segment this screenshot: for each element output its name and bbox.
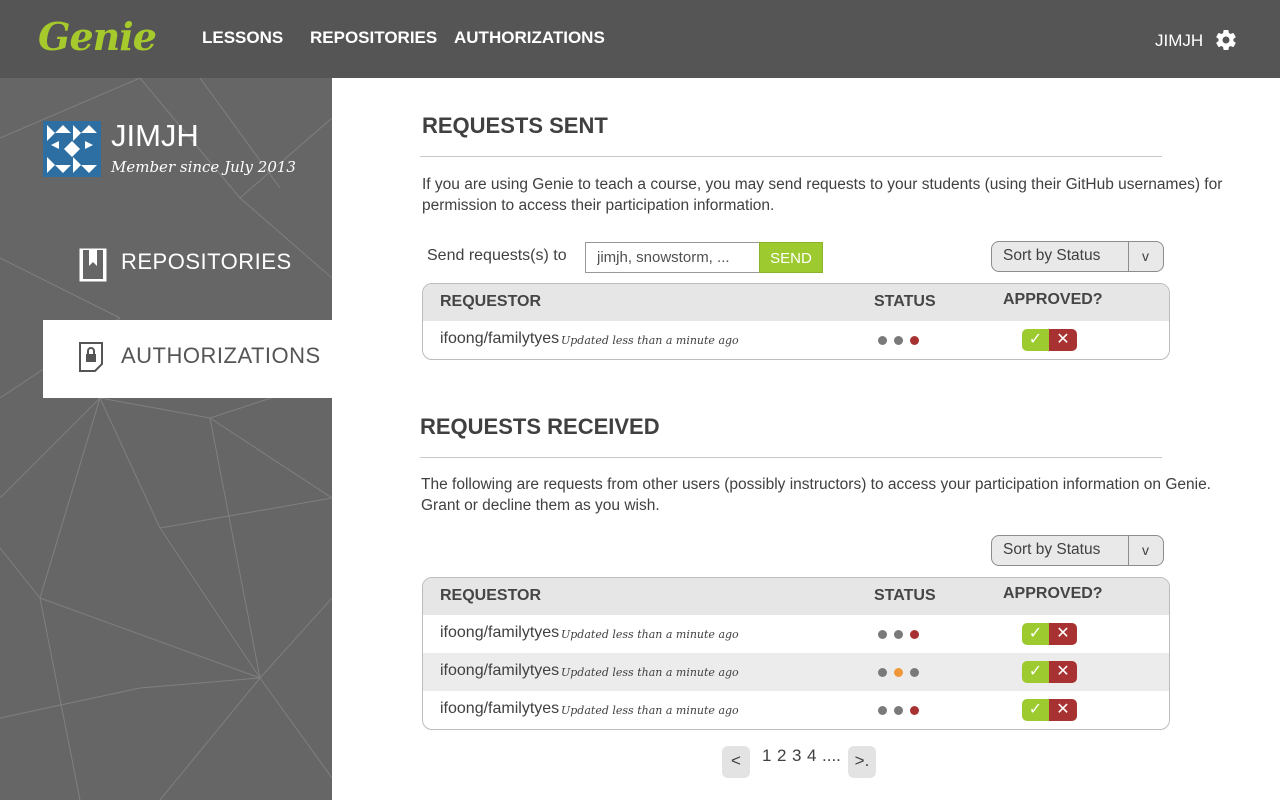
user-menu-name[interactable]: JIMJH [1155, 31, 1203, 51]
description-line: If you are using Genie to teach a course… [422, 176, 1223, 193]
sidebar-item-label: REPOSITORIES [121, 249, 292, 274]
approval-toggle: ✓ ✕ [1022, 699, 1077, 721]
genie-logo[interactable]: Genie [38, 14, 157, 59]
pagination-ellipsis: .... [822, 746, 841, 765]
status-dot [910, 336, 919, 345]
decline-x-icon[interactable]: ✕ [1049, 661, 1077, 683]
sidebar-item-authorizations[interactable]: AUTHORIZATIONS [43, 320, 332, 398]
approval-toggle: ✓ ✕ [1022, 661, 1077, 683]
sidebar-background-pattern [0, 78, 332, 800]
status-dot [878, 706, 887, 715]
table-row: ifoong/familytyes Updated less than a min… [423, 321, 1169, 359]
status-dot [910, 706, 919, 715]
requests-sent-title: REQUESTS SENT [422, 113, 608, 138]
requestor-name[interactable]: ifoong/familytyes [440, 662, 559, 680]
sidebar: JIMJH Member since July 2013 REPOSITORIE… [0, 78, 332, 800]
updated-timestamp: Updated less than a minute ago [561, 628, 739, 641]
status-dot [894, 336, 903, 345]
status-dot [910, 630, 919, 639]
table-row: ifoong/familytyes Updated less than a min… [423, 615, 1169, 653]
received-sort-dropdown[interactable]: Sort by Status v [991, 535, 1164, 566]
status-dot [878, 668, 887, 677]
table-row: ifoong/familytyes Updated less than a min… [423, 691, 1169, 729]
status-indicator [878, 336, 926, 346]
decline-x-icon[interactable]: ✕ [1049, 699, 1077, 721]
send-requests-label: Send requests(s) to [427, 247, 567, 264]
status-indicator [878, 706, 926, 716]
book-icon [79, 248, 107, 282]
sort-label: Sort by Status [1003, 247, 1101, 264]
sidebar-item-label: AUTHORIZATIONS [121, 343, 321, 368]
member-since-text: Member since July 2013 [111, 158, 296, 176]
approve-check-icon[interactable]: ✓ [1022, 329, 1049, 351]
profile-name: JIMJH [111, 118, 199, 153]
avatar-pattern-icon [43, 121, 101, 177]
decline-x-icon[interactable]: ✕ [1049, 623, 1077, 645]
nav-repositories[interactable]: REPOSITORIES [310, 28, 437, 48]
updated-timestamp: Updated less than a minute ago [561, 666, 739, 679]
status-indicator [878, 668, 926, 678]
updated-timestamp: Updated less than a minute ago [561, 704, 739, 717]
column-requestor: REQUESTOR [440, 587, 542, 604]
table-header: REQUESTOR STATUS APPROVED? [423, 284, 1169, 321]
avatar [43, 121, 101, 177]
nav-lessons[interactable]: LESSONS [202, 28, 283, 48]
requestor-name[interactable]: ifoong/familytyes [440, 700, 559, 718]
lock-document-icon [79, 342, 103, 372]
sidebar-item-repositories[interactable]: REPOSITORIES [43, 226, 332, 304]
pagination-next-button[interactable]: >. [848, 746, 876, 778]
requestor-name[interactable]: ifoong/familytyes [440, 624, 559, 642]
send-button[interactable]: SEND [759, 242, 823, 273]
requests-sent-description: If you are using Genie to teach a course… [422, 174, 1222, 216]
nav-authorizations[interactable]: AUTHORIZATIONS [454, 28, 605, 48]
send-requests-input[interactable] [585, 242, 760, 273]
chevron-down-icon: v [1142, 248, 1149, 264]
table-header: REQUESTOR STATUS APPROVED? [423, 578, 1169, 615]
description-line: permission to access their participation… [422, 197, 775, 214]
status-dot [910, 668, 919, 677]
page-4-link[interactable]: 4 [807, 746, 816, 766]
status-indicator [878, 630, 926, 640]
status-dot [894, 706, 903, 715]
sort-divider [1128, 536, 1129, 565]
approval-toggle: ✓ ✕ [1022, 623, 1077, 645]
requestor-name[interactable]: ifoong/familytyes [440, 330, 559, 348]
description-line: The following are requests from other us… [421, 476, 1211, 493]
page-3-link[interactable]: 3 [792, 746, 801, 766]
approval-toggle: ✓ ✕ [1022, 329, 1077, 351]
top-navigation-bar: Genie LESSONS REPOSITORIES AUTHORIZATION… [0, 0, 1280, 78]
description-line: Grant or decline them as you wish. [421, 497, 660, 514]
chevron-down-icon: v [1142, 542, 1149, 558]
decline-x-icon[interactable]: ✕ [1049, 329, 1077, 351]
status-dot [894, 668, 903, 677]
column-approved: APPROVED? [1003, 585, 1103, 602]
requests-received-title: REQUESTS RECEIVED [420, 414, 660, 439]
section-divider [420, 156, 1162, 157]
approve-check-icon[interactable]: ✓ [1022, 699, 1049, 721]
section-divider [420, 457, 1162, 458]
gear-icon[interactable] [1214, 28, 1238, 52]
page-1-link[interactable]: 1 [762, 746, 771, 766]
updated-timestamp: Updated less than a minute ago [561, 334, 739, 347]
column-status: STATUS [874, 293, 936, 310]
table-row: ifoong/familytyes Updated less than a min… [423, 653, 1169, 691]
page-2-link[interactable]: 2 [777, 746, 786, 766]
sent-sort-dropdown[interactable]: Sort by Status v [991, 241, 1164, 272]
requests-received-description: The following are requests from other us… [421, 474, 1211, 516]
approve-check-icon[interactable]: ✓ [1022, 661, 1049, 683]
requests-sent-table: REQUESTOR STATUS APPROVED? ifoong/family… [422, 283, 1170, 360]
requests-received-table: REQUESTOR STATUS APPROVED? ifoong/family… [422, 577, 1170, 730]
column-approved: APPROVED? [1003, 291, 1103, 308]
approve-check-icon[interactable]: ✓ [1022, 623, 1049, 645]
status-dot [894, 630, 903, 639]
status-dot [878, 630, 887, 639]
sort-divider [1128, 242, 1129, 271]
column-status: STATUS [874, 587, 936, 604]
pagination-prev-button[interactable]: < [722, 746, 750, 778]
sort-label: Sort by Status [1003, 541, 1101, 558]
column-requestor: REQUESTOR [440, 293, 542, 310]
status-dot [878, 336, 887, 345]
